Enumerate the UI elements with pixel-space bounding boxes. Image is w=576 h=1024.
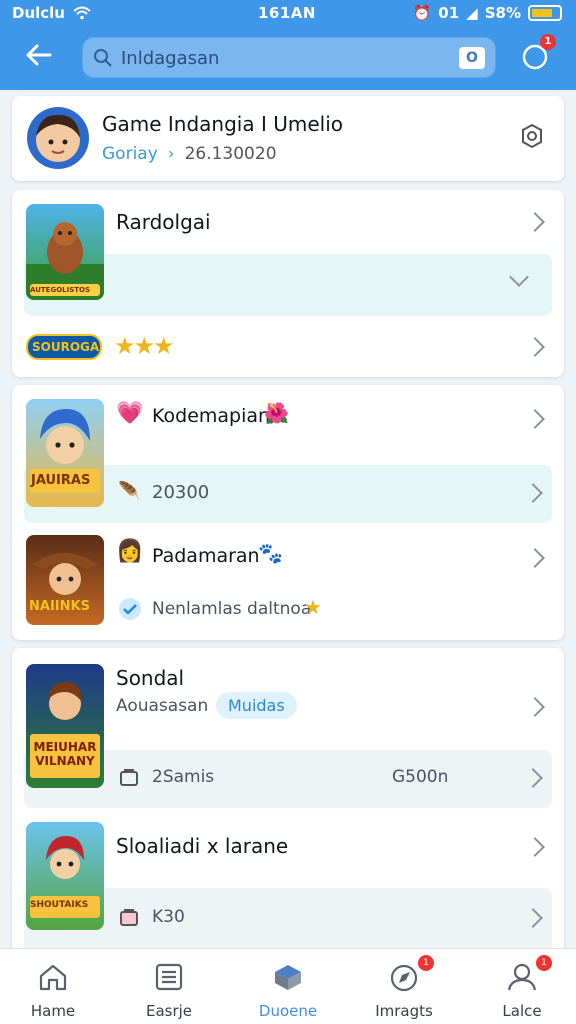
chevron-right-icon: ›: [167, 144, 175, 164]
bag-icon: [120, 769, 138, 786]
thumb-caption: NAIINKS: [29, 599, 90, 614]
flower-icon: 🌺: [264, 401, 289, 425]
heart-icon: 💗: [116, 401, 144, 426]
profile-link[interactable]: Goriay: [102, 144, 158, 164]
logo-text: SOUROGA: [32, 340, 100, 354]
game-group-3: 2Samis G500n K30 MEIUHAR VILNANY Sondal …: [12, 648, 564, 948]
settings-icon[interactable]: [518, 122, 546, 150]
battery-icon: [528, 5, 562, 21]
profile-card[interactable]: Game Indangia I Umelio Goriay › 26.13002…: [12, 96, 564, 181]
tab-label: Imragts: [375, 1002, 433, 1020]
feather-icon: 🪶: [118, 481, 141, 502]
profile-title: Game Indangia I Umelio: [102, 112, 343, 136]
top-bar: Dulclu 161AN ⏰ 01 ◢ S8% Inldagasan O 1: [0, 0, 576, 90]
game-group-1: AUTEGOLISTOS Rardolgai SOUROGA ★★★: [12, 190, 564, 377]
info-left: 2Samis: [152, 767, 215, 787]
game-subtitle: Aouasasan: [116, 696, 209, 716]
tab-label: Hame: [30, 1002, 76, 1020]
game-title: Rardolgai: [116, 210, 211, 234]
bag-icon: [120, 909, 138, 926]
game-title: Kodemapian: [152, 405, 271, 427]
notification-button[interactable]: 1: [520, 34, 556, 72]
signal-icon: ◢: [466, 4, 478, 22]
chevron-right-icon[interactable]: [525, 548, 545, 568]
thumb-caption: SHOUTAIKS: [30, 900, 89, 910]
search-input[interactable]: Inldagasan: [121, 48, 219, 69]
paw-icon: 🐾: [258, 541, 283, 565]
chevron-right-icon: [523, 483, 543, 503]
cube-icon: [275, 965, 301, 990]
thumb-caption: JAUIRAS: [31, 473, 91, 488]
search-bar[interactable]: Inldagasan O: [82, 37, 496, 78]
game-subtitle: Nenlamlas daltnoa: [152, 599, 312, 619]
chevron-right-icon: [523, 768, 543, 788]
chevron-right-icon[interactable]: [525, 697, 545, 717]
carrier-label: Dulclu: [12, 4, 65, 22]
tag-badge[interactable]: Muidas: [216, 692, 297, 719]
tab-label: Easrje: [145, 1002, 193, 1020]
game-art-image: [30, 682, 100, 778]
status-bar: Dulclu 161AN ⏰ 01 ◢ S8%: [0, 4, 576, 26]
game-logo: SOUROGA: [26, 334, 102, 360]
tab-profile[interactable]: 1 Lalce: [472, 955, 572, 1021]
star-icon: ★: [304, 595, 322, 619]
chevron-down-icon: [509, 267, 529, 287]
alarm-icon: ⏰: [412, 4, 432, 22]
tab-images[interactable]: 1 Imragts: [354, 955, 454, 1021]
home-icon: [39, 964, 67, 991]
game-art-image: [30, 409, 100, 493]
game-thumbnail-2[interactable]: NAIINKS: [26, 535, 104, 625]
battery-percent: S8%: [484, 4, 521, 22]
notification-badge: 1: [540, 34, 556, 50]
score-value: 20300: [152, 482, 210, 503]
info-left-2: K30: [152, 907, 185, 927]
chevron-right-icon[interactable]: [525, 212, 545, 232]
user-icon: [507, 963, 537, 991]
avatar: [27, 107, 89, 169]
bottom-nav: Hame Easrje Duoene 1 Imragts 1 Lalce: [0, 948, 576, 1024]
tab-list[interactable]: Easrje: [119, 955, 219, 1021]
chevron-right-icon[interactable]: [525, 409, 545, 429]
compass-icon: [390, 964, 418, 992]
list-icon: [155, 963, 183, 991]
info-right: G500n: [392, 767, 449, 787]
status-time: 161AN: [258, 4, 316, 22]
profile-id: 26.130020: [184, 144, 277, 164]
status-indicator: 01: [438, 4, 460, 22]
back-button[interactable]: [22, 40, 56, 74]
game-title-2: Padamaran: [152, 545, 260, 567]
tab-active[interactable]: Duoene: [238, 955, 338, 1021]
game-art-image: [30, 836, 100, 918]
game-title: Sondal: [116, 666, 185, 690]
game-thumbnail[interactable]: AUTEGOLISTOS: [26, 204, 104, 300]
thumb-caption: MEIUHAR VILNANY: [33, 740, 97, 768]
game-group-2: 🪶 20300 JAUIRAS 💗 Kodemapian 🌺 NAIINKS 👩…: [12, 385, 564, 640]
notification-badge: 1: [418, 955, 434, 971]
chevron-right-icon[interactable]: [525, 337, 545, 357]
verified-icon: [119, 598, 141, 620]
wifi-icon: [73, 6, 91, 20]
chevron-right-icon: [523, 908, 543, 928]
tab-label: Lalce: [502, 1002, 542, 1020]
tab-label: Duoene: [258, 1002, 318, 1020]
chevron-right-icon[interactable]: [525, 837, 545, 857]
game-thumbnail-2[interactable]: SHOUTAIKS: [26, 822, 104, 930]
arrow-left-icon: [26, 44, 52, 66]
star-rating: ★★★: [114, 332, 175, 360]
face-icon: 👩: [116, 539, 144, 564]
notification-badge: 1: [536, 955, 552, 971]
tab-home[interactable]: Hame: [3, 955, 103, 1021]
search-icon: [94, 49, 112, 67]
game-thumbnail[interactable]: JAUIRAS: [26, 399, 104, 507]
thumb-caption: AUTEGOLISTOS: [30, 286, 91, 294]
game-title-2: Sloaliadi x larane: [116, 834, 289, 858]
game-thumbnail[interactable]: MEIUHAR VILNANY: [26, 664, 104, 788]
search-clear-badge[interactable]: O: [459, 47, 485, 69]
